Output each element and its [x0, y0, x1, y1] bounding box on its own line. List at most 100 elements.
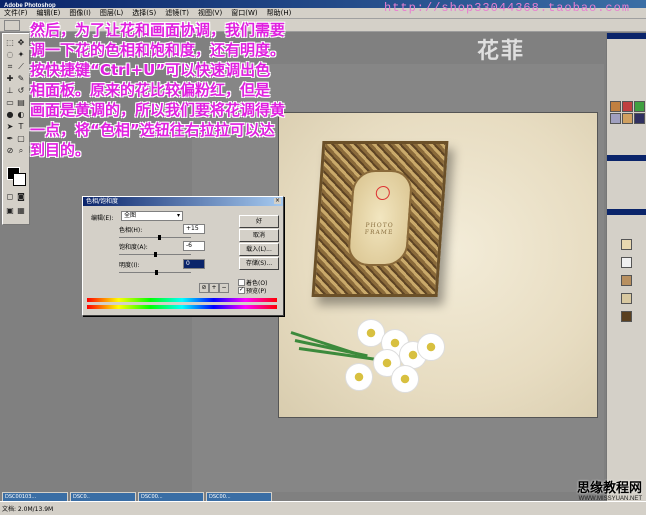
saturation-input[interactable]: -6	[183, 241, 205, 251]
close-icon[interactable]: ×	[274, 198, 281, 204]
quickmask-on-icon[interactable]: ◙	[16, 192, 26, 202]
menu-item[interactable]: 选择(S)	[132, 9, 156, 17]
quickmask-icon[interactable]: ◻	[5, 192, 15, 202]
dialog-title: 色相/饱和度	[86, 198, 119, 205]
path-select-icon[interactable]: ➤	[5, 122, 15, 132]
layer-thumbnail[interactable]	[621, 275, 632, 286]
instruction-line: 一点，将“色相”选钮往右拉拉可以达	[30, 121, 275, 139]
eraser-tool-icon[interactable]: ▭	[5, 98, 15, 108]
status-bar: 文档: 2.0M/13.9M	[0, 501, 646, 515]
crop-tool-icon[interactable]: ⌗	[5, 62, 15, 72]
daisy-flower	[345, 363, 373, 391]
slice-tool-icon[interactable]: ⟋	[16, 62, 26, 72]
hue-input[interactable]: +15	[183, 224, 205, 234]
input-color-bar	[87, 298, 277, 302]
gradient-tool-icon[interactable]: ▤	[16, 98, 26, 108]
style-swatch[interactable]	[622, 113, 633, 124]
history-brush-icon[interactable]: ↺	[16, 86, 26, 96]
document-size: 文档: 2.0M/13.9M	[2, 506, 54, 513]
dialog-titlebar: 色相/饱和度 ×	[83, 197, 283, 206]
lightness-input[interactable]: 0	[183, 259, 205, 269]
lasso-tool-icon[interactable]: ◌	[5, 50, 15, 60]
daisy-flower	[391, 365, 419, 393]
saturation-slider-thumb[interactable]	[153, 252, 157, 257]
zoom-tool-icon[interactable]: ⌕	[16, 146, 26, 156]
tool-preset-button[interactable]	[4, 20, 20, 31]
chevron-down-icon: ▾	[176, 212, 180, 219]
screen-mode-icon[interactable]: ▣	[5, 206, 15, 216]
healing-brush-icon[interactable]: ✚	[5, 74, 15, 84]
menu-item[interactable]: 视图(V)	[198, 9, 222, 17]
fullscreen-mode-icon[interactable]: ▦	[16, 206, 26, 216]
photo-frame-window: PHOTO FRAME	[346, 170, 414, 266]
pen-tool-icon[interactable]: ✒	[5, 134, 15, 144]
shop-url-overlay: http://shop33044368.taobao.com	[384, 1, 631, 15]
brush-tool-icon[interactable]: ✎	[16, 74, 26, 84]
eyedropper-plus-icon[interactable]: +	[209, 283, 219, 293]
edit-select-value: 全图	[124, 212, 137, 219]
layer-thumbnail[interactable]	[621, 293, 632, 304]
style-swatch[interactable]	[610, 113, 621, 124]
hue-label: 色相(H):	[119, 227, 143, 234]
layers-palette-title[interactable]	[607, 209, 646, 215]
hue-saturation-dialog: 色相/饱和度 × 编辑(E): 全图 ▾ 色相(H): +15 饱和度(A): …	[82, 196, 284, 316]
style-swatch[interactable]	[634, 113, 645, 124]
brand-name: 思缘教程网	[576, 481, 642, 496]
preview-checkbox[interactable]: ✓	[238, 286, 245, 294]
eyedropper-minus-icon[interactable]: −	[219, 283, 229, 293]
colorize-checkbox[interactable]	[238, 279, 245, 286]
instruction-line: 然后，为了让花和画面协调，我们需要	[30, 21, 286, 39]
menu-item[interactable]: 滤镜(T)	[165, 9, 189, 17]
cancel-button[interactable]: 取消	[239, 229, 279, 242]
watermark: 花菲	[477, 39, 526, 64]
instruction-line: 画面是黄调的，所以我们要将花调得黄	[30, 101, 286, 119]
move-tool-icon[interactable]: ✥	[16, 38, 26, 48]
style-swatch[interactable]	[610, 101, 621, 112]
load-button[interactable]: 载入(L)...	[239, 243, 279, 256]
edit-label: 编辑(E):	[91, 215, 114, 222]
preview-label: 预览(P)	[246, 288, 267, 295]
navigator-palette-title[interactable]	[607, 33, 646, 39]
menu-item[interactable]: 窗口(W)	[231, 9, 257, 17]
edit-select[interactable]: 全图 ▾	[121, 211, 183, 221]
instruction-line: 调一下花的色相和饱和度，还有明度。	[30, 41, 286, 59]
lightness-slider[interactable]	[119, 270, 191, 275]
magic-wand-icon[interactable]: ✦	[16, 50, 26, 60]
menu-item[interactable]: 编辑(E)	[37, 9, 61, 17]
background-color-swatch[interactable]	[13, 173, 26, 186]
ok-button[interactable]: 好	[239, 215, 279, 228]
menu-item[interactable]: 文件(F)	[4, 9, 28, 17]
saturation-label: 饱和度(A):	[119, 244, 148, 251]
layer-thumbnail[interactable]	[621, 311, 632, 322]
site-brand: 思缘教程网 WWW.MISSYUAN.NET	[577, 477, 642, 502]
type-tool-icon[interactable]: T	[16, 122, 26, 132]
menu-item[interactable]: 图像(I)	[69, 9, 91, 17]
style-swatch[interactable]	[622, 101, 633, 112]
instruction-line: 按快捷键“Ctrl+U”可以快速调出色	[30, 61, 271, 79]
blur-tool-icon[interactable]: ●	[5, 110, 15, 120]
tutorial-instruction: 然后，为了让花和画面协调，我们需要 调一下花的色相和饱和度，还有明度。 按快捷键“C…	[30, 20, 400, 160]
menu-item[interactable]: 图层(L)	[100, 9, 123, 17]
lightness-slider-thumb[interactable]	[155, 270, 158, 275]
hue-slider[interactable]	[119, 235, 191, 240]
instruction-line: 相面板。原来的花比较偏粉红，但是	[30, 81, 271, 99]
eyedropper-icon[interactable]: ⊘	[5, 146, 15, 156]
palettes-panel	[606, 33, 646, 501]
save-button[interactable]: 存储(S)...	[239, 257, 279, 270]
shape-tool-icon[interactable]: ▢	[16, 134, 26, 144]
style-swatch[interactable]	[634, 101, 645, 112]
check-icon: ✓	[239, 286, 245, 293]
stamp-tool-icon[interactable]: ⊥	[5, 86, 15, 96]
photo-frame-image: PHOTO FRAME	[311, 141, 449, 297]
hue-slider-thumb[interactable]	[157, 235, 161, 240]
dodge-tool-icon[interactable]: ◐	[16, 110, 26, 120]
eyedropper-icon[interactable]: ⊘	[199, 283, 209, 293]
cursor-marker	[375, 186, 391, 200]
menu-item[interactable]: 帮助(H)	[267, 9, 292, 17]
marquee-tool-icon[interactable]: ⬚	[5, 38, 15, 48]
layer-thumbnail[interactable]	[621, 257, 632, 268]
history-palette-title[interactable]	[607, 155, 646, 161]
lightness-label: 明度(I):	[119, 262, 140, 269]
saturation-slider[interactable]	[119, 252, 191, 257]
layer-thumbnail[interactable]	[621, 239, 632, 250]
